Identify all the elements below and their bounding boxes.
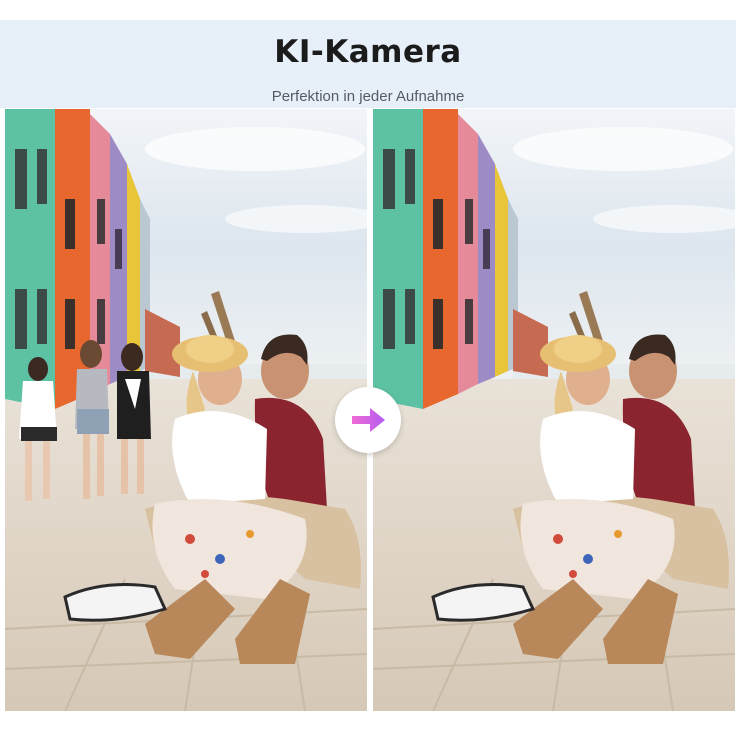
after-photo xyxy=(373,109,735,711)
before-photo xyxy=(5,109,367,711)
page-title: KI-Kamera xyxy=(274,34,462,70)
header-banner: KI-Kamera Perfektion in jeder Aufnahme xyxy=(0,20,736,108)
transition-arrow-badge xyxy=(335,387,401,453)
page-subtitle: Perfektion in jeder Aufnahme xyxy=(271,88,465,105)
arrow-right-icon xyxy=(352,408,385,432)
